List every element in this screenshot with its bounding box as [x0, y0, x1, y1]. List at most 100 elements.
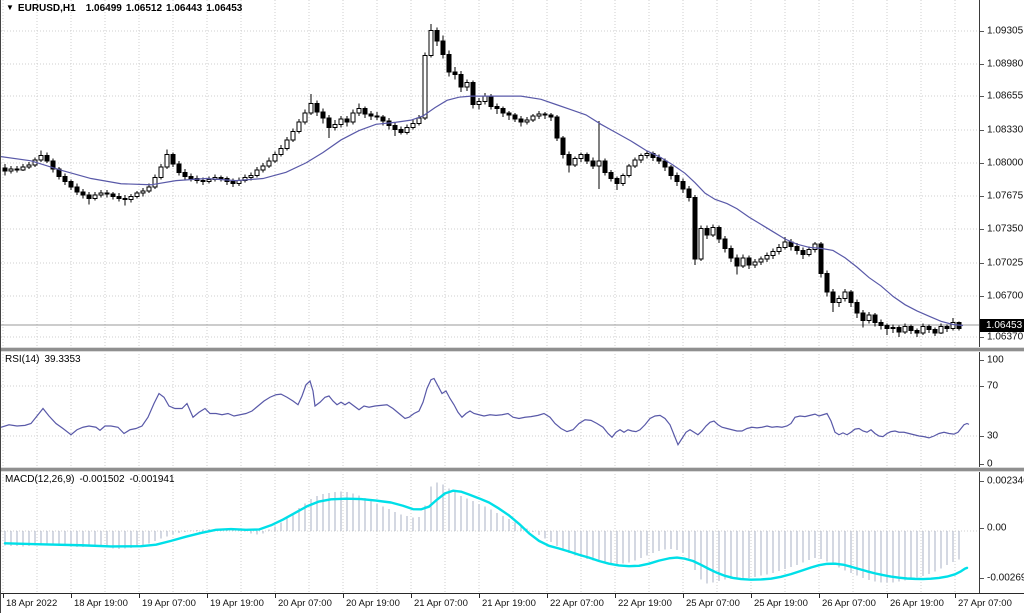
price-axis-label: 1.07675 [987, 191, 1023, 202]
candle-body [831, 292, 835, 302]
candle-body [633, 160, 637, 166]
candle-body [255, 170, 259, 175]
rsi-line [1, 379, 969, 445]
candle-body [849, 292, 853, 302]
time-axis-label: 27 Apr 07:00 [958, 598, 1012, 609]
candle-body [669, 167, 673, 175]
price-axis-label: 1.07025 [987, 258, 1023, 269]
candle-body [945, 327, 949, 329]
candle-body [261, 166, 265, 170]
candle-body [447, 54, 451, 72]
candle-body [483, 96, 487, 101]
candle-body [93, 195, 97, 198]
time-axis-label: 21 Apr 19:00 [482, 598, 536, 609]
candle-body [207, 180, 211, 182]
candle-body [441, 41, 445, 55]
candle-body [693, 197, 697, 259]
candle-body [909, 327, 913, 331]
candle-body [663, 161, 667, 167]
candle-body [561, 138, 565, 155]
time-axis-label: 26 Apr 19:00 [890, 598, 944, 609]
candle-body [405, 127, 409, 132]
candle-body [21, 167, 25, 170]
price-axis-label: 1.09305 [987, 26, 1023, 37]
candle-body [303, 113, 307, 122]
rsi-axis-label: 100 [987, 355, 1004, 366]
time-axis-label: 18 Apr 19:00 [74, 598, 128, 609]
macd-main-value: -0.001502 [79, 474, 124, 485]
price-axis-label: 1.08330 [987, 125, 1023, 136]
time-axis[interactable]: 18 Apr 202218 Apr 19:0019 Apr 07:0019 Ap… [1, 593, 1024, 613]
candle-body [159, 167, 163, 177]
candle-body [573, 159, 577, 165]
candle-body [939, 327, 943, 333]
candle-body [615, 179, 619, 184]
candle-body [609, 172, 613, 178]
time-axis-label: 18 Apr 2022 [6, 598, 57, 609]
candle-body [171, 155, 175, 164]
candle-body [915, 331, 919, 333]
candle-body [273, 155, 277, 161]
candle-body [801, 250, 805, 254]
candle-body [453, 72, 457, 74]
candle-body [699, 229, 703, 259]
candle-body [429, 30, 433, 55]
candle-body [681, 182, 685, 189]
candle-body [591, 161, 595, 166]
rsi-axis-label: 70 [987, 381, 998, 392]
panel-separator-rsi[interactable] [1, 347, 1024, 352]
symbol-dropdown-icon[interactable]: ▼ [6, 3, 14, 12]
candle-body [189, 176, 193, 178]
rsi-axis-label: 30 [987, 431, 998, 442]
candle-body [321, 112, 325, 118]
panel-separator-macd[interactable] [1, 467, 1024, 472]
candle-body [3, 168, 7, 171]
candle-body [177, 164, 181, 172]
candle-body [123, 198, 127, 199]
macd-axis-label: 0.00 [987, 523, 1006, 534]
candle-body [465, 83, 469, 87]
rsi-indicator-label: RSI(14)39.3353 [5, 354, 81, 365]
candle-body [537, 114, 541, 116]
candle-body [309, 103, 313, 112]
time-axis-label: 20 Apr 19:00 [346, 598, 400, 609]
rsi-name: RSI(14) [5, 354, 39, 365]
candle-body [147, 187, 151, 191]
candle-body [885, 326, 889, 329]
candle-body [27, 165, 31, 167]
candle-body [549, 115, 553, 117]
candle-body [687, 189, 691, 197]
time-axis-label: 22 Apr 07:00 [550, 598, 604, 609]
current-price-badge: 1.06453 [980, 319, 1024, 332]
candle-body [807, 249, 811, 254]
candle-body [567, 155, 571, 165]
candle-body [351, 113, 355, 122]
chart-canvas[interactable] [1, 0, 1024, 613]
candle-body [741, 258, 745, 266]
candle-body [855, 303, 859, 313]
candle-body [621, 175, 625, 183]
candle-body [597, 161, 601, 166]
candle-body [927, 327, 931, 330]
candle-body [543, 114, 547, 115]
candle-body [423, 56, 427, 119]
candle-body [339, 119, 343, 124]
candle-body [555, 117, 559, 138]
macd-axis-label: -0.002695 [987, 573, 1024, 584]
candle-body [249, 175, 253, 177]
candle-body [105, 193, 109, 194]
candle-body [345, 119, 349, 122]
macd-indicator-label: MACD(12,26,9)-0.001502-0.001941 [5, 474, 175, 485]
candle-body [315, 103, 319, 111]
candle-body [81, 192, 85, 195]
candle-body [951, 322, 955, 328]
time-axis-label: 19 Apr 19:00 [210, 598, 264, 609]
price-axis[interactable]: 1.093051.089801.086551.083301.080001.076… [979, 0, 1024, 593]
candle-body [117, 196, 121, 198]
open-value: 1.06499 [86, 3, 122, 14]
candle-body [327, 118, 331, 127]
macd-axis-label: 0.002346 [987, 476, 1024, 487]
candle-body [129, 196, 133, 199]
macd-signal-value: -0.001941 [130, 474, 175, 485]
candle-body [99, 193, 103, 195]
